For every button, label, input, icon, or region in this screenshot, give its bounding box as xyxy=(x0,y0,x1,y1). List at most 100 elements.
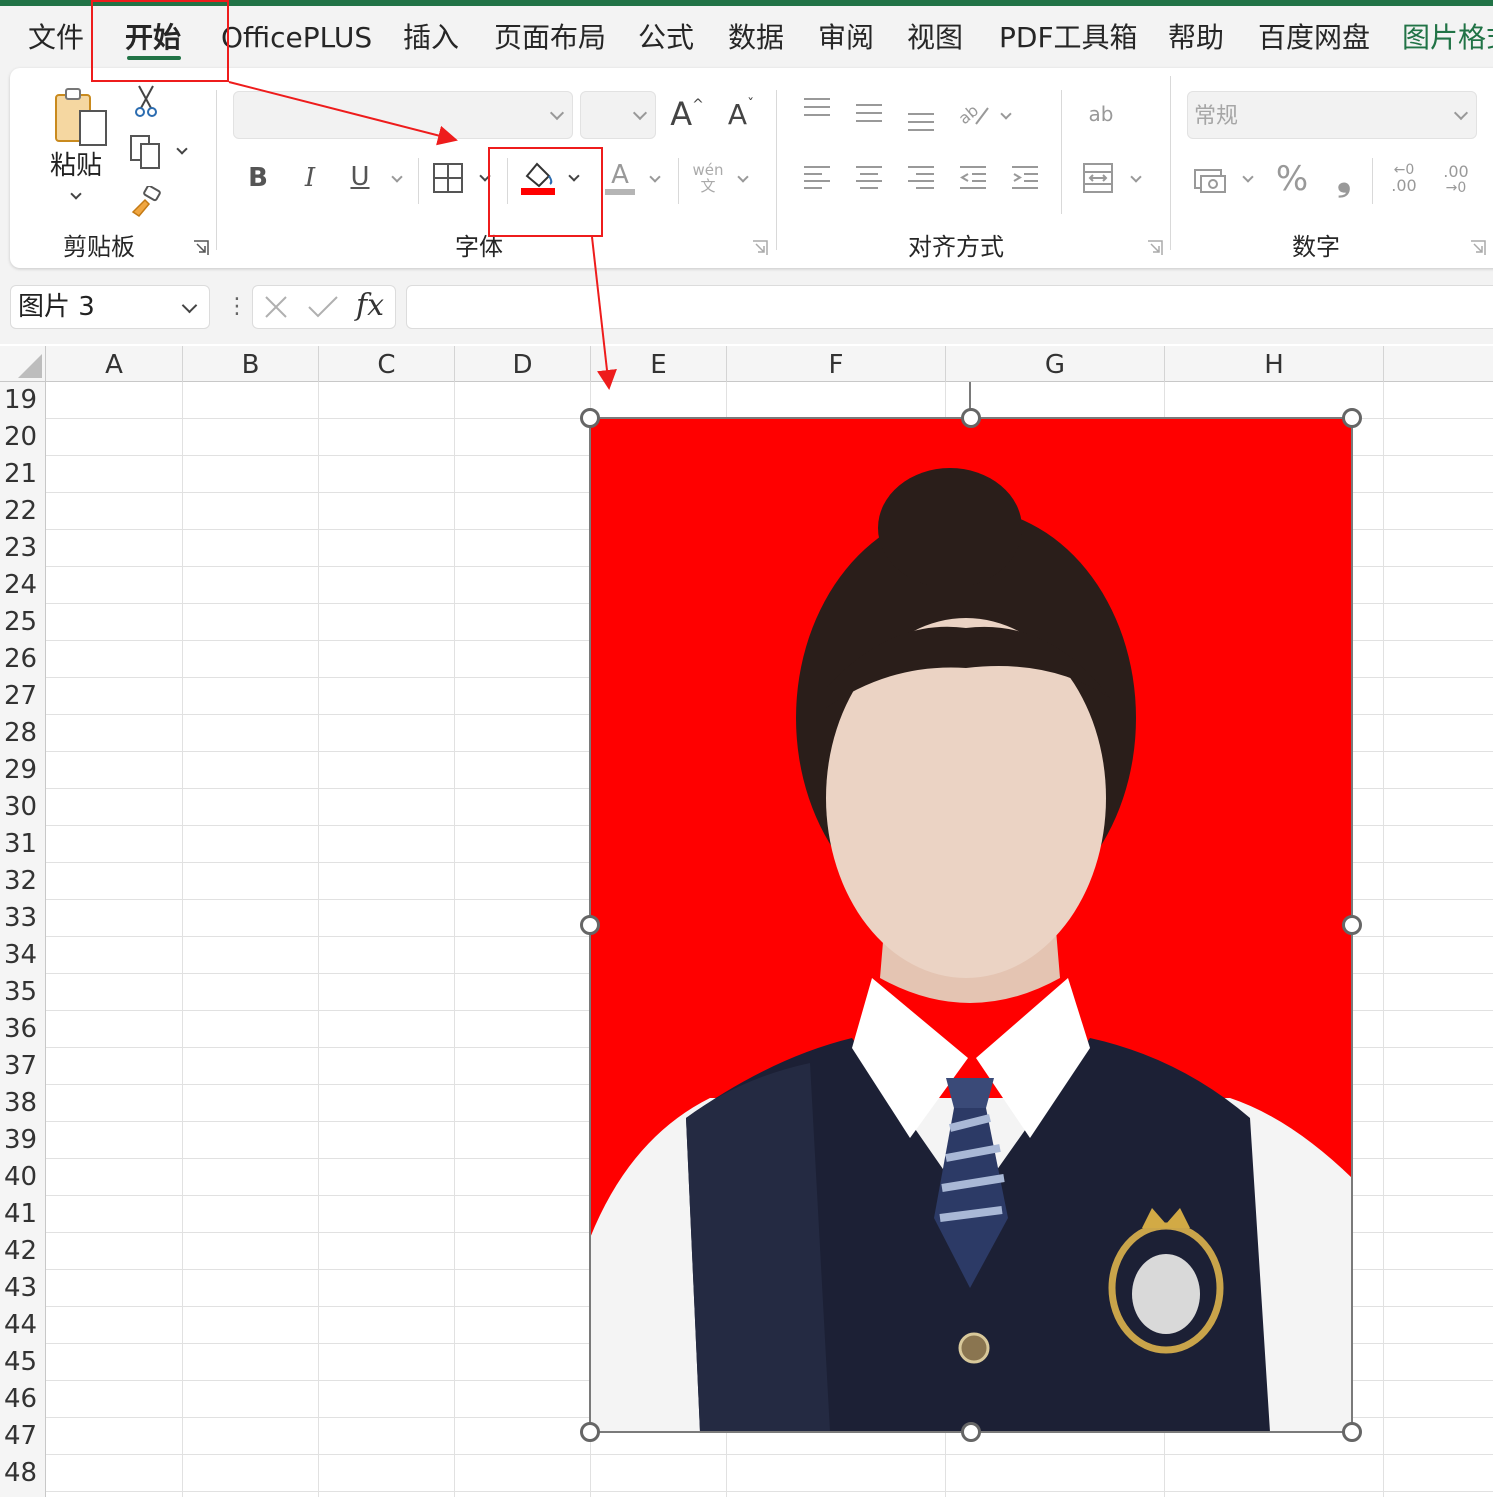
increase-indent-icon[interactable] xyxy=(1010,164,1040,192)
row-header-37[interactable]: 37 xyxy=(0,1048,46,1085)
align-bottom-icon[interactable] xyxy=(906,106,936,132)
accounting-format-icon[interactable] xyxy=(1193,166,1227,196)
row-header-33[interactable]: 33 xyxy=(0,900,46,937)
tab-view[interactable]: 视图 xyxy=(907,20,963,56)
tab-picture-format[interactable]: 图片格式 xyxy=(1402,20,1493,56)
merge-center-icon[interactable] xyxy=(1082,162,1114,194)
column-header-c[interactable]: C xyxy=(319,346,455,382)
row-header-19[interactable]: 19 xyxy=(0,382,46,419)
borders-button[interactable] xyxy=(430,160,466,196)
more-options-icon[interactable]: ⋮ xyxy=(226,294,248,320)
row-header-29[interactable]: 29 xyxy=(0,752,46,789)
clipboard-dialog-launcher-icon[interactable] xyxy=(193,240,209,256)
row-header-27[interactable]: 27 xyxy=(0,678,46,715)
wrap-text-button[interactable]: ab xyxy=(1082,94,1120,134)
percent-style-button[interactable]: % xyxy=(1272,158,1312,200)
increase-decimal-button[interactable]: ←0 .00 xyxy=(1384,160,1424,198)
row-header-24[interactable]: 24 xyxy=(0,567,46,604)
row-header-47[interactable]: 47 xyxy=(0,1418,46,1455)
number-format-combo[interactable]: 常规 xyxy=(1187,91,1477,139)
grow-font-button[interactable]: A ^ xyxy=(668,94,706,134)
orientation-icon[interactable]: ab xyxy=(956,98,990,130)
underline-button[interactable]: U xyxy=(344,158,376,196)
italic-button[interactable]: I xyxy=(294,160,326,196)
resize-handle-top-left[interactable] xyxy=(580,408,600,428)
row-header-43[interactable]: 43 xyxy=(0,1270,46,1307)
row-header-40[interactable]: 40 xyxy=(0,1159,46,1196)
number-dialog-launcher-icon[interactable] xyxy=(1470,240,1486,256)
resize-handle-bottom-right[interactable] xyxy=(1342,1422,1362,1442)
tab-officeplus[interactable]: OfficePLUS xyxy=(221,20,372,56)
resize-handle-top-right[interactable] xyxy=(1342,408,1362,428)
tab-help[interactable]: 帮助 xyxy=(1168,20,1224,56)
row-header-35[interactable]: 35 xyxy=(0,974,46,1011)
alignment-dialog-launcher-icon[interactable] xyxy=(1147,240,1163,256)
row-header-39[interactable]: 39 xyxy=(0,1122,46,1159)
tab-file[interactable]: 文件 xyxy=(28,20,84,56)
resize-handle-top[interactable] xyxy=(961,408,981,428)
font-name-combo[interactable] xyxy=(233,91,573,139)
bold-button[interactable]: B xyxy=(242,160,274,196)
row-header-23[interactable]: 23 xyxy=(0,530,46,567)
format-painter-button[interactable] xyxy=(128,186,164,218)
decrease-indent-icon[interactable] xyxy=(958,164,988,192)
tab-pdf-tools[interactable]: PDF工具箱 xyxy=(999,20,1138,56)
copy-button[interactable] xyxy=(128,134,164,170)
column-header-f[interactable]: F xyxy=(727,346,946,382)
row-header-42[interactable]: 42 xyxy=(0,1233,46,1270)
row-header-21[interactable]: 21 xyxy=(0,456,46,493)
resize-handle-bottom-left[interactable] xyxy=(580,1422,600,1442)
tab-data[interactable]: 数据 xyxy=(728,20,784,56)
row-header-28[interactable]: 28 xyxy=(0,715,46,752)
toolbar-separator xyxy=(1061,90,1062,214)
column-header-e[interactable]: E xyxy=(591,346,727,382)
column-header-g[interactable]: G xyxy=(946,346,1165,382)
row-header-48[interactable]: 48 xyxy=(0,1455,46,1492)
formula-input[interactable] xyxy=(406,285,1493,329)
row-header-41[interactable]: 41 xyxy=(0,1196,46,1233)
row-header-25[interactable]: 25 xyxy=(0,604,46,641)
column-header-d[interactable]: D xyxy=(455,346,591,382)
tab-page-layout[interactable]: 页面布局 xyxy=(494,20,606,56)
row-header-30[interactable]: 30 xyxy=(0,789,46,826)
align-right-icon[interactable] xyxy=(906,164,936,192)
row-header-32[interactable]: 32 xyxy=(0,863,46,900)
resize-handle-right[interactable] xyxy=(1342,915,1362,935)
column-header-b[interactable]: B xyxy=(183,346,319,382)
font-color-button[interactable]: A xyxy=(604,158,636,198)
select-all-corner[interactable] xyxy=(0,346,46,382)
row-header-26[interactable]: 26 xyxy=(0,641,46,678)
enter-check-icon[interactable] xyxy=(306,293,340,321)
align-top-icon[interactable] xyxy=(802,96,832,120)
tab-insert[interactable]: 插入 xyxy=(403,20,459,56)
insert-function-button[interactable]: fx xyxy=(356,286,384,326)
tab-formulas[interactable]: 公式 xyxy=(638,20,694,56)
row-header-36[interactable]: 36 xyxy=(0,1011,46,1048)
cut-button[interactable] xyxy=(130,84,162,118)
shrink-font-button[interactable]: Aˇ xyxy=(722,94,760,134)
tab-baidu-netdisk[interactable]: 百度网盘 xyxy=(1258,20,1370,56)
align-left-icon[interactable] xyxy=(802,164,832,192)
resize-handle-left[interactable] xyxy=(580,915,600,935)
font-size-combo[interactable] xyxy=(580,91,656,139)
font-dialog-launcher-icon[interactable] xyxy=(752,240,768,256)
cancel-icon[interactable] xyxy=(262,293,290,321)
decrease-decimal-button[interactable]: .00 →0 xyxy=(1436,160,1476,198)
row-header-34[interactable]: 34 xyxy=(0,937,46,974)
paste-button[interactable] xyxy=(48,84,112,152)
column-header-a[interactable]: A xyxy=(46,346,183,382)
row-header-20[interactable]: 20 xyxy=(0,419,46,456)
resize-handle-bottom[interactable] xyxy=(961,1422,981,1442)
align-middle-icon[interactable] xyxy=(854,100,884,124)
tab-review[interactable]: 审阅 xyxy=(818,20,874,56)
row-header-38[interactable]: 38 xyxy=(0,1085,46,1122)
row-header-22[interactable]: 22 xyxy=(0,493,46,530)
phonetic-guide-button[interactable]: wén 文 xyxy=(688,158,728,198)
comma-style-button[interactable]: ❟ xyxy=(1326,158,1362,200)
align-center-icon[interactable] xyxy=(854,164,884,192)
row-header-45[interactable]: 45 xyxy=(0,1344,46,1381)
row-header-44[interactable]: 44 xyxy=(0,1307,46,1344)
row-header-46[interactable]: 46 xyxy=(0,1381,46,1418)
row-header-31[interactable]: 31 xyxy=(0,826,46,863)
column-header-h[interactable]: H xyxy=(1165,346,1384,382)
